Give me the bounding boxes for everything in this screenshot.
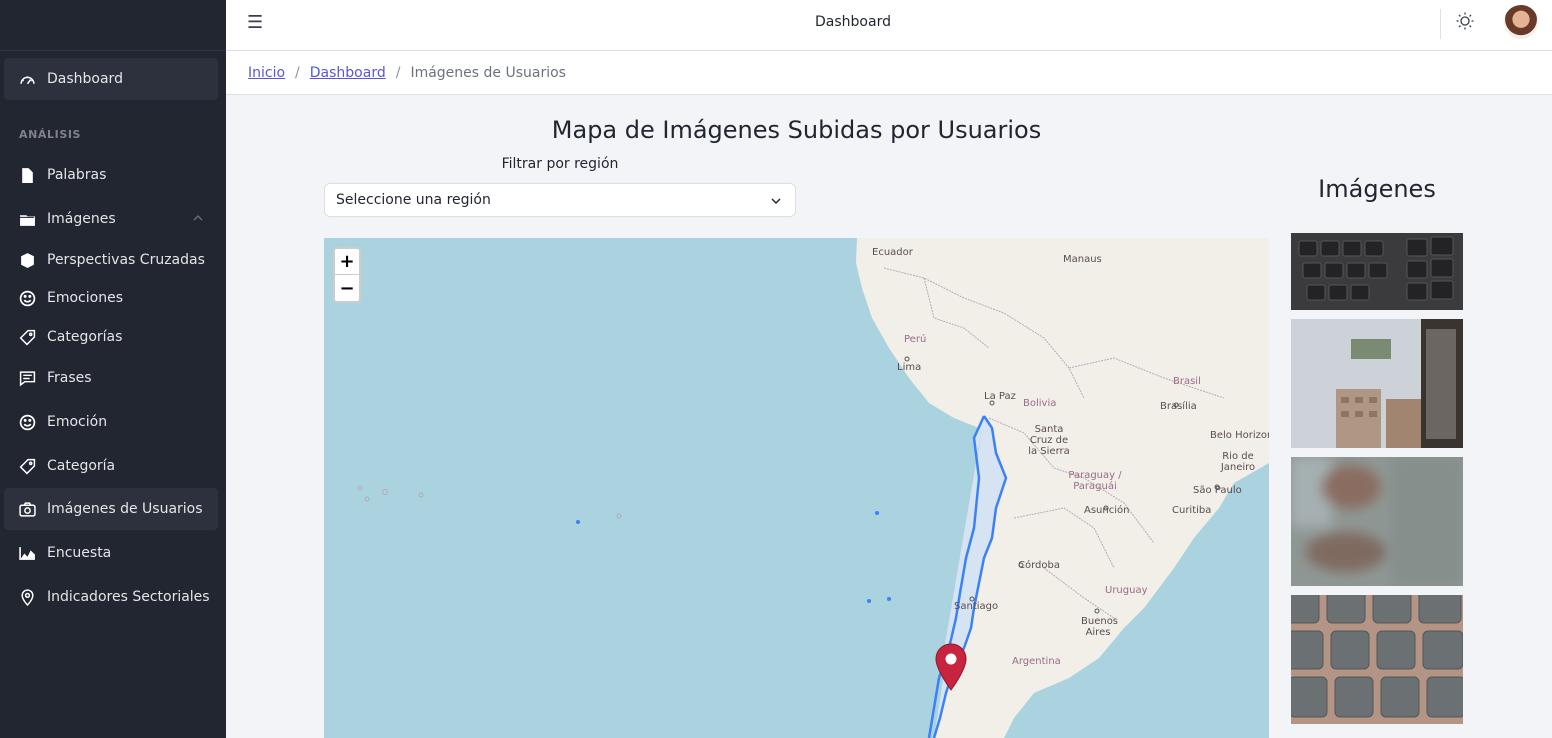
breadcrumb-link-dashboard[interactable]: Dashboard (310, 65, 386, 81)
sidebar-section-title: ANÁLISIS (19, 128, 82, 141)
sidebar-item-label: Frases (47, 370, 92, 386)
map-label: Asunción (1084, 505, 1130, 516)
thumbnail-buildings-photo[interactable] (1291, 319, 1463, 448)
map-label: Santa Cruz de la Sierra (1028, 424, 1070, 457)
map-label: Buenos Aires (1081, 616, 1119, 638)
tag-icon (19, 329, 36, 346)
map-label: Rio de Janeiro (1220, 451, 1256, 473)
map-label: São Paulo (1193, 485, 1242, 496)
location-pin-icon (19, 588, 36, 606)
breadcrumb-current: Imágenes de Usuarios (410, 64, 566, 81)
sidebar-item-label: Imágenes (47, 211, 116, 227)
map-label: Córdoba (1018, 560, 1060, 571)
breadcrumb: Inicio / Dashboard / Imágenes de Usuario… (226, 51, 1552, 95)
header-title: Dashboard (815, 14, 891, 30)
sidebar-item-dashboard[interactable]: Dashboard (4, 58, 218, 100)
breadcrumb-link-inicio[interactable]: Inicio (248, 65, 285, 81)
sidebar-item-label: Indicadores Sectoriales (47, 589, 210, 605)
sidebar-item-frases[interactable]: Frases (4, 357, 218, 399)
map[interactable]: Ecuador Manaus Perú Lima Brasil La Paz B… (324, 238, 1269, 738)
sidebar-item-imagenes[interactable]: Imágenes (4, 198, 218, 240)
chat-icon (19, 370, 36, 387)
map-marker-icon[interactable] (934, 642, 968, 692)
map-label: Brasil (1173, 376, 1201, 387)
top-header: ☰ Dashboard (226, 0, 1552, 51)
region-select[interactable]: Seleccione una región (324, 183, 796, 217)
map-label: Argentina (1012, 656, 1061, 667)
sidebar-item-palabras[interactable]: Palabras (4, 154, 218, 196)
page-title: Mapa de Imágenes Subidas por Usuarios (551, 116, 1042, 144)
zoom-out-button[interactable]: − (335, 275, 359, 301)
sidebar-item-emocion[interactable]: Emoción (4, 401, 218, 443)
speedometer-icon (19, 71, 36, 88)
sidebar-item-imagenes-de-usuarios[interactable]: Imágenes de Usuarios (4, 488, 218, 530)
map-tiles (324, 238, 1269, 738)
breadcrumb-separator: / (295, 64, 300, 81)
sidebar-item-label: Emoción (47, 414, 108, 430)
map-label: Santiago (954, 601, 999, 612)
smile-icon (19, 414, 36, 431)
tag-icon (19, 458, 36, 475)
breadcrumb-separator: / (395, 64, 401, 81)
sidebar-item-emociones[interactable]: Emociones (4, 277, 218, 319)
sidebar-item-label: Imágenes de Usuarios (47, 501, 203, 517)
smile-icon (19, 290, 36, 307)
region-select-value: Seleccione una región (336, 192, 491, 208)
header-divider (1440, 9, 1441, 39)
thumbnail-blurry-photo[interactable] (1291, 457, 1463, 586)
filter-label: Filtrar por región (501, 156, 619, 172)
cube-icon (19, 252, 36, 269)
chart-area-icon (19, 545, 36, 562)
map-label: Curitiba (1172, 505, 1212, 516)
sun-icon[interactable] (1455, 11, 1475, 31)
map-label: Uruguay (1105, 585, 1148, 596)
sidebar-item-categorias[interactable]: Categorías (4, 316, 218, 358)
file-icon (19, 167, 36, 184)
zoom-in-button[interactable]: + (335, 249, 359, 275)
sidebar-item-categoria[interactable]: Categoría (4, 445, 218, 487)
sidebar-item-label: Perspectivas Cruzadas (47, 252, 205, 268)
sidebar-item-encuesta[interactable]: Encuesta (4, 532, 218, 574)
images-panel-title: Imágenes (1318, 175, 1436, 203)
chevron-down-icon (771, 198, 781, 205)
map-label: Lima (897, 362, 922, 373)
map-label: La Paz (984, 391, 1016, 402)
map-label: Brasília (1160, 401, 1197, 412)
sidebar: Dashboard ANÁLISIS Palabras Imágenes Per… (0, 0, 226, 738)
chevron-up-icon (193, 215, 203, 221)
avatar[interactable] (1504, 5, 1538, 39)
map-label: Paraguay / Paraguái (1068, 470, 1122, 492)
sidebar-item-label: Dashboard (47, 71, 123, 87)
sidebar-item-label: Palabras (47, 167, 107, 183)
sidebar-brand (0, 0, 226, 51)
sidebar-item-label: Categorías (47, 329, 123, 345)
camera-icon (19, 501, 36, 518)
map-label: Ecuador (872, 247, 913, 258)
sidebar-item-label: Encuesta (47, 545, 112, 561)
map-label: Belo Horizon (1210, 430, 1269, 441)
folder-icon (19, 211, 36, 228)
zoom-control: + − (333, 247, 361, 303)
map-label: Perú (904, 334, 927, 345)
sidebar-item-label: Emociones (47, 290, 123, 306)
thumbnail-keyboard-photo[interactable] (1291, 233, 1463, 310)
map-label: Manaus (1063, 254, 1102, 265)
sidebar-item-perspectivas-cruzadas[interactable]: Perspectivas Cruzadas (4, 239, 218, 281)
sidebar-item-indicadores-sectoriales[interactable]: Indicadores Sectoriales (4, 576, 218, 618)
sidebar-item-label: Categoría (47, 458, 116, 474)
map-label: Bolivia (1023, 398, 1057, 409)
thumbnail-keyboard-closeup-photo[interactable] (1291, 595, 1463, 724)
